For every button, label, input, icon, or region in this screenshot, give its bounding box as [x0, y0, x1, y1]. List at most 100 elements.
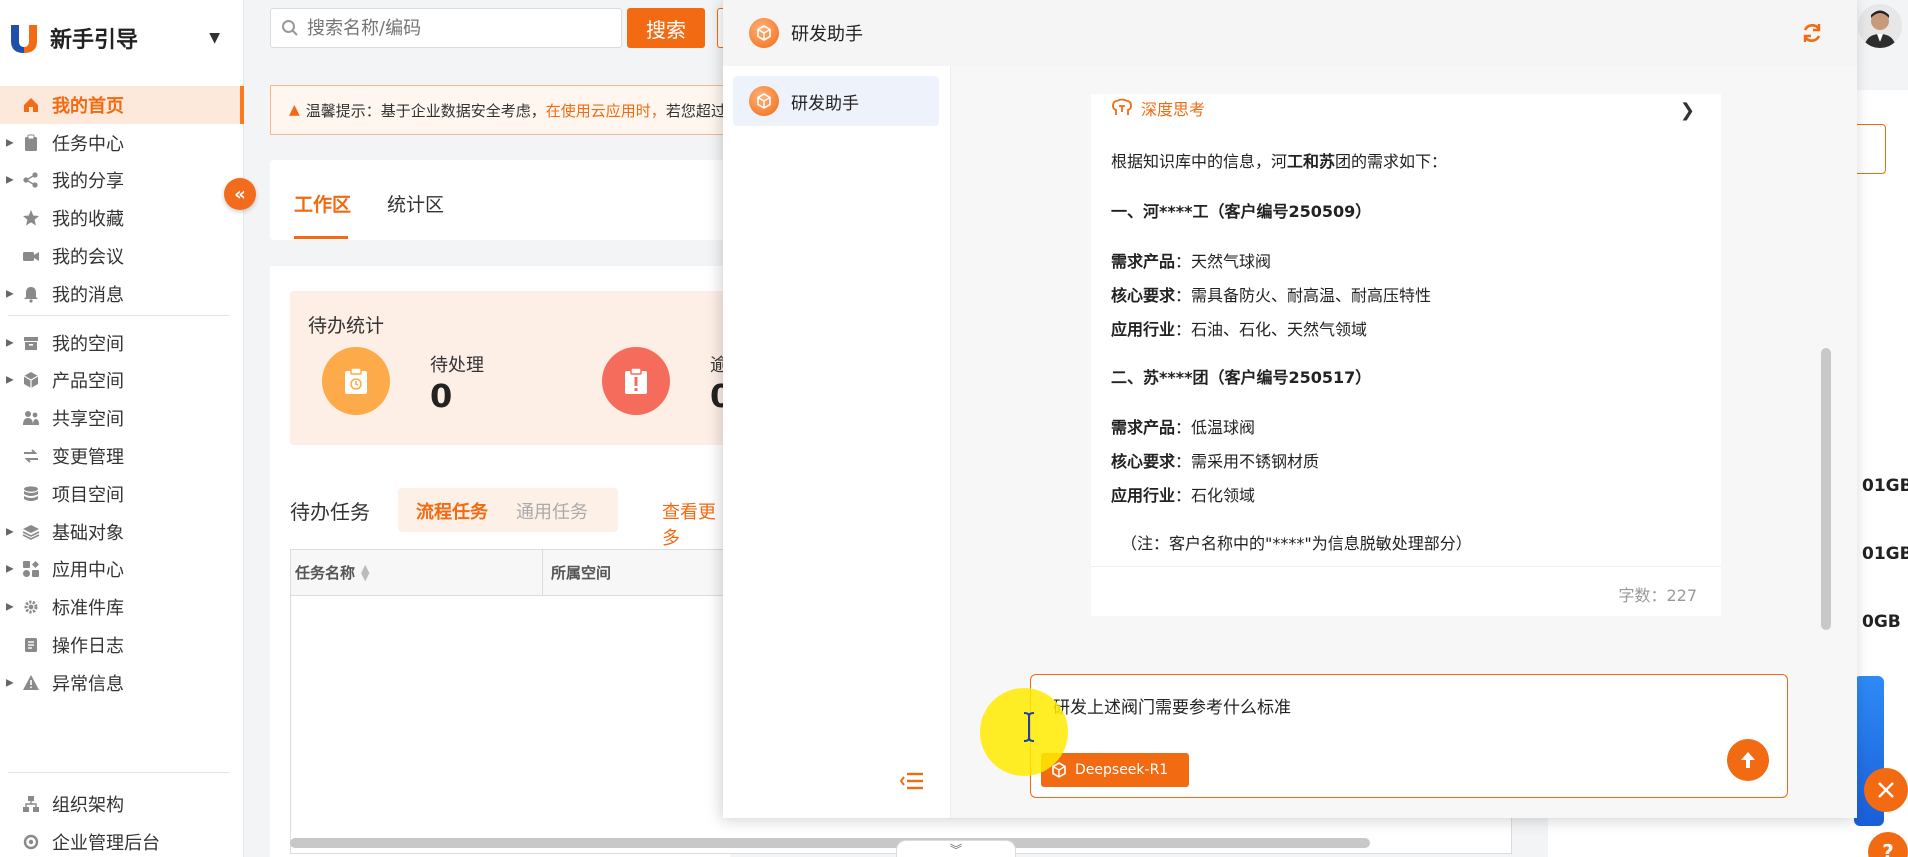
sidebar-item-label: 我的首页	[52, 95, 124, 117]
brand-title: 新手引导	[50, 28, 139, 53]
storage-value: 0GB	[1862, 612, 1901, 632]
tab-flow-tasks[interactable]: 流程任务	[416, 498, 488, 524]
sidebar-item-label: 操作日志	[52, 636, 124, 658]
model-label: Deepseek-R1	[1075, 762, 1169, 778]
tab-underline	[294, 236, 348, 239]
search-box[interactable]	[270, 8, 622, 48]
view-more-link[interactable]: 查看更多	[662, 498, 730, 550]
caret-down-icon[interactable]: ▼	[209, 30, 220, 46]
sidebar-item[interactable]: 我的首页	[0, 86, 244, 124]
horizontal-scrollbar[interactable]	[290, 838, 1370, 848]
star-icon	[22, 209, 40, 227]
collapse-sidebar-button[interactable]: «	[224, 178, 256, 210]
sidebar-item-label: 我的分享	[52, 171, 124, 193]
sidebar-item[interactable]: 我的会议	[0, 237, 244, 275]
sidebar-item-label: 我的收藏	[52, 209, 124, 231]
menu-icon[interactable]	[899, 770, 925, 792]
home-icon	[22, 96, 40, 114]
caret-right-icon[interactable]: ▶	[6, 602, 14, 613]
brand-logo	[6, 20, 42, 56]
section-heading: 一、河****工（客户编号250509）	[1111, 202, 1372, 221]
overdue-icon[interactable]	[602, 347, 670, 415]
sidebar-item-label: 组织架构	[52, 794, 124, 816]
message-intro: 根据知识库中的信息，河工和苏团的需求如下：	[1111, 152, 1448, 171]
pending-icon[interactable]	[322, 347, 390, 415]
task-type-tabs: 流程任务 通用任务	[398, 488, 618, 532]
close-assistant-button[interactable]	[1864, 768, 1908, 812]
sidebar-item[interactable]: ▶ 应用中心	[0, 551, 244, 589]
avatar[interactable]	[1858, 4, 1902, 48]
sidebar-divider	[8, 772, 230, 773]
sidebar-item[interactable]: 操作日志	[0, 626, 244, 664]
deep-thinking-toggle[interactable]: 深度思考	[1111, 96, 1205, 120]
caret-right-icon[interactable]: ▶	[6, 375, 14, 386]
caret-right-icon[interactable]: ▶	[6, 288, 14, 299]
log-icon	[22, 636, 40, 654]
sidebar-item[interactable]: ▶ 我的分享	[0, 162, 244, 200]
sidebar-item-label: 标准件库	[52, 598, 124, 620]
layers-icon	[22, 523, 40, 541]
caret-right-icon[interactable]: ▶	[6, 526, 14, 537]
chat-input-box[interactable]: 研发上述阀门需要参考什么标准 Deepseek-R1	[1030, 674, 1788, 798]
search-button[interactable]: 搜索	[627, 8, 705, 48]
caret-right-icon[interactable]: ▶	[6, 677, 14, 688]
sidebar-item[interactable]: ▶ 产品空间	[0, 362, 244, 400]
sidebar-item[interactable]: 我的收藏	[0, 199, 244, 237]
tab-general-tasks[interactable]: 通用任务	[516, 498, 588, 524]
sidebar-item[interactable]: ▶ 异常信息	[0, 664, 244, 702]
database-icon	[22, 485, 40, 503]
tab-workspace[interactable]: 工作区	[294, 190, 351, 217]
session-label: 研发助手	[791, 93, 859, 114]
chat-input[interactable]: 研发上述阀门需要参考什么标准	[1053, 693, 1291, 718]
sidebar-item[interactable]: 项目空间	[0, 475, 244, 513]
sidebar-item[interactable]: ▶ 我的空间	[0, 324, 244, 362]
search-icon	[282, 20, 298, 36]
video-icon	[22, 247, 40, 265]
brand-switcher[interactable]: 新手引导 ▼	[6, 14, 238, 62]
vertical-scrollbar[interactable]	[1821, 348, 1831, 630]
sidebar-item[interactable]: 变更管理	[0, 437, 244, 475]
sidebar-item[interactable]: ▶ 基础对象	[0, 513, 244, 551]
todo-stats-title: 待办统计	[308, 315, 385, 337]
search-input[interactable]	[307, 17, 607, 39]
sort-icon[interactable]: ▲ ▼	[361, 563, 369, 582]
notice-highlight: 在使用云应用时，	[545, 101, 666, 120]
sidebar-item[interactable]: 共享空间	[0, 399, 244, 437]
sidebar-item[interactable]: ▶ 任务中心	[0, 124, 244, 162]
sidebar-item[interactable]: 组织架构	[0, 785, 244, 823]
sidebar-item[interactable]: ▶ 标准件库	[0, 588, 244, 626]
apps-icon	[22, 560, 40, 578]
expand-down-icon[interactable]: ︾	[896, 840, 1016, 857]
close-icon	[1878, 782, 1894, 798]
caret-right-icon[interactable]: ▶	[6, 137, 14, 148]
message-note: （注：客户名称中的"****"为信息脱敏处理部分）	[1121, 534, 1472, 553]
sidebar-divider	[8, 314, 230, 316]
assistant-logo-icon	[749, 18, 779, 48]
session-item[interactable]: 研发助手	[733, 76, 939, 126]
caret-right-icon[interactable]: ▶	[6, 175, 14, 186]
sidebar-item[interactable]: ▶ 我的消息	[0, 275, 244, 313]
sidebar-item[interactable]: 企业管理后台	[0, 823, 244, 857]
caret-right-icon[interactable]: ▶	[6, 337, 14, 348]
notice-banner: ▲ 温馨提示：基于企业数据安全考虑， 在使用云应用时， 若您超过	[270, 85, 730, 135]
sidebar-item-label: 应用中心	[52, 560, 124, 582]
message-field: 应用行业：石化领域	[1111, 486, 1256, 505]
sidebar-item-label: 变更管理	[52, 447, 124, 469]
users-icon	[22, 409, 40, 427]
send-button[interactable]	[1727, 739, 1769, 781]
brain-icon	[1112, 98, 1132, 115]
tab-statistics[interactable]: 统计区	[387, 190, 444, 217]
bell-icon	[22, 285, 40, 303]
model-selector[interactable]: Deepseek-R1	[1041, 753, 1189, 787]
notice-text-suffix: 若您超过	[665, 101, 726, 120]
workspace-tabs: 工作区 统计区	[270, 160, 730, 240]
sidebar-item-label: 我的会议	[52, 247, 124, 269]
column-header-task-name[interactable]: 任务名称 ▲ ▼	[291, 550, 543, 596]
sidebar-item-label: 项目空间	[52, 484, 124, 506]
caret-right-icon[interactable]: ▶	[6, 564, 14, 575]
sidebar-item-label: 任务中心	[52, 133, 124, 155]
refresh-icon[interactable]	[1799, 20, 1825, 46]
chevron-right-icon[interactable]: ❯	[1680, 100, 1695, 121]
notice-text: 温馨提示：基于企业数据安全考虑，	[305, 101, 546, 120]
message-field: 需求产品：天然气球阀	[1111, 252, 1272, 271]
